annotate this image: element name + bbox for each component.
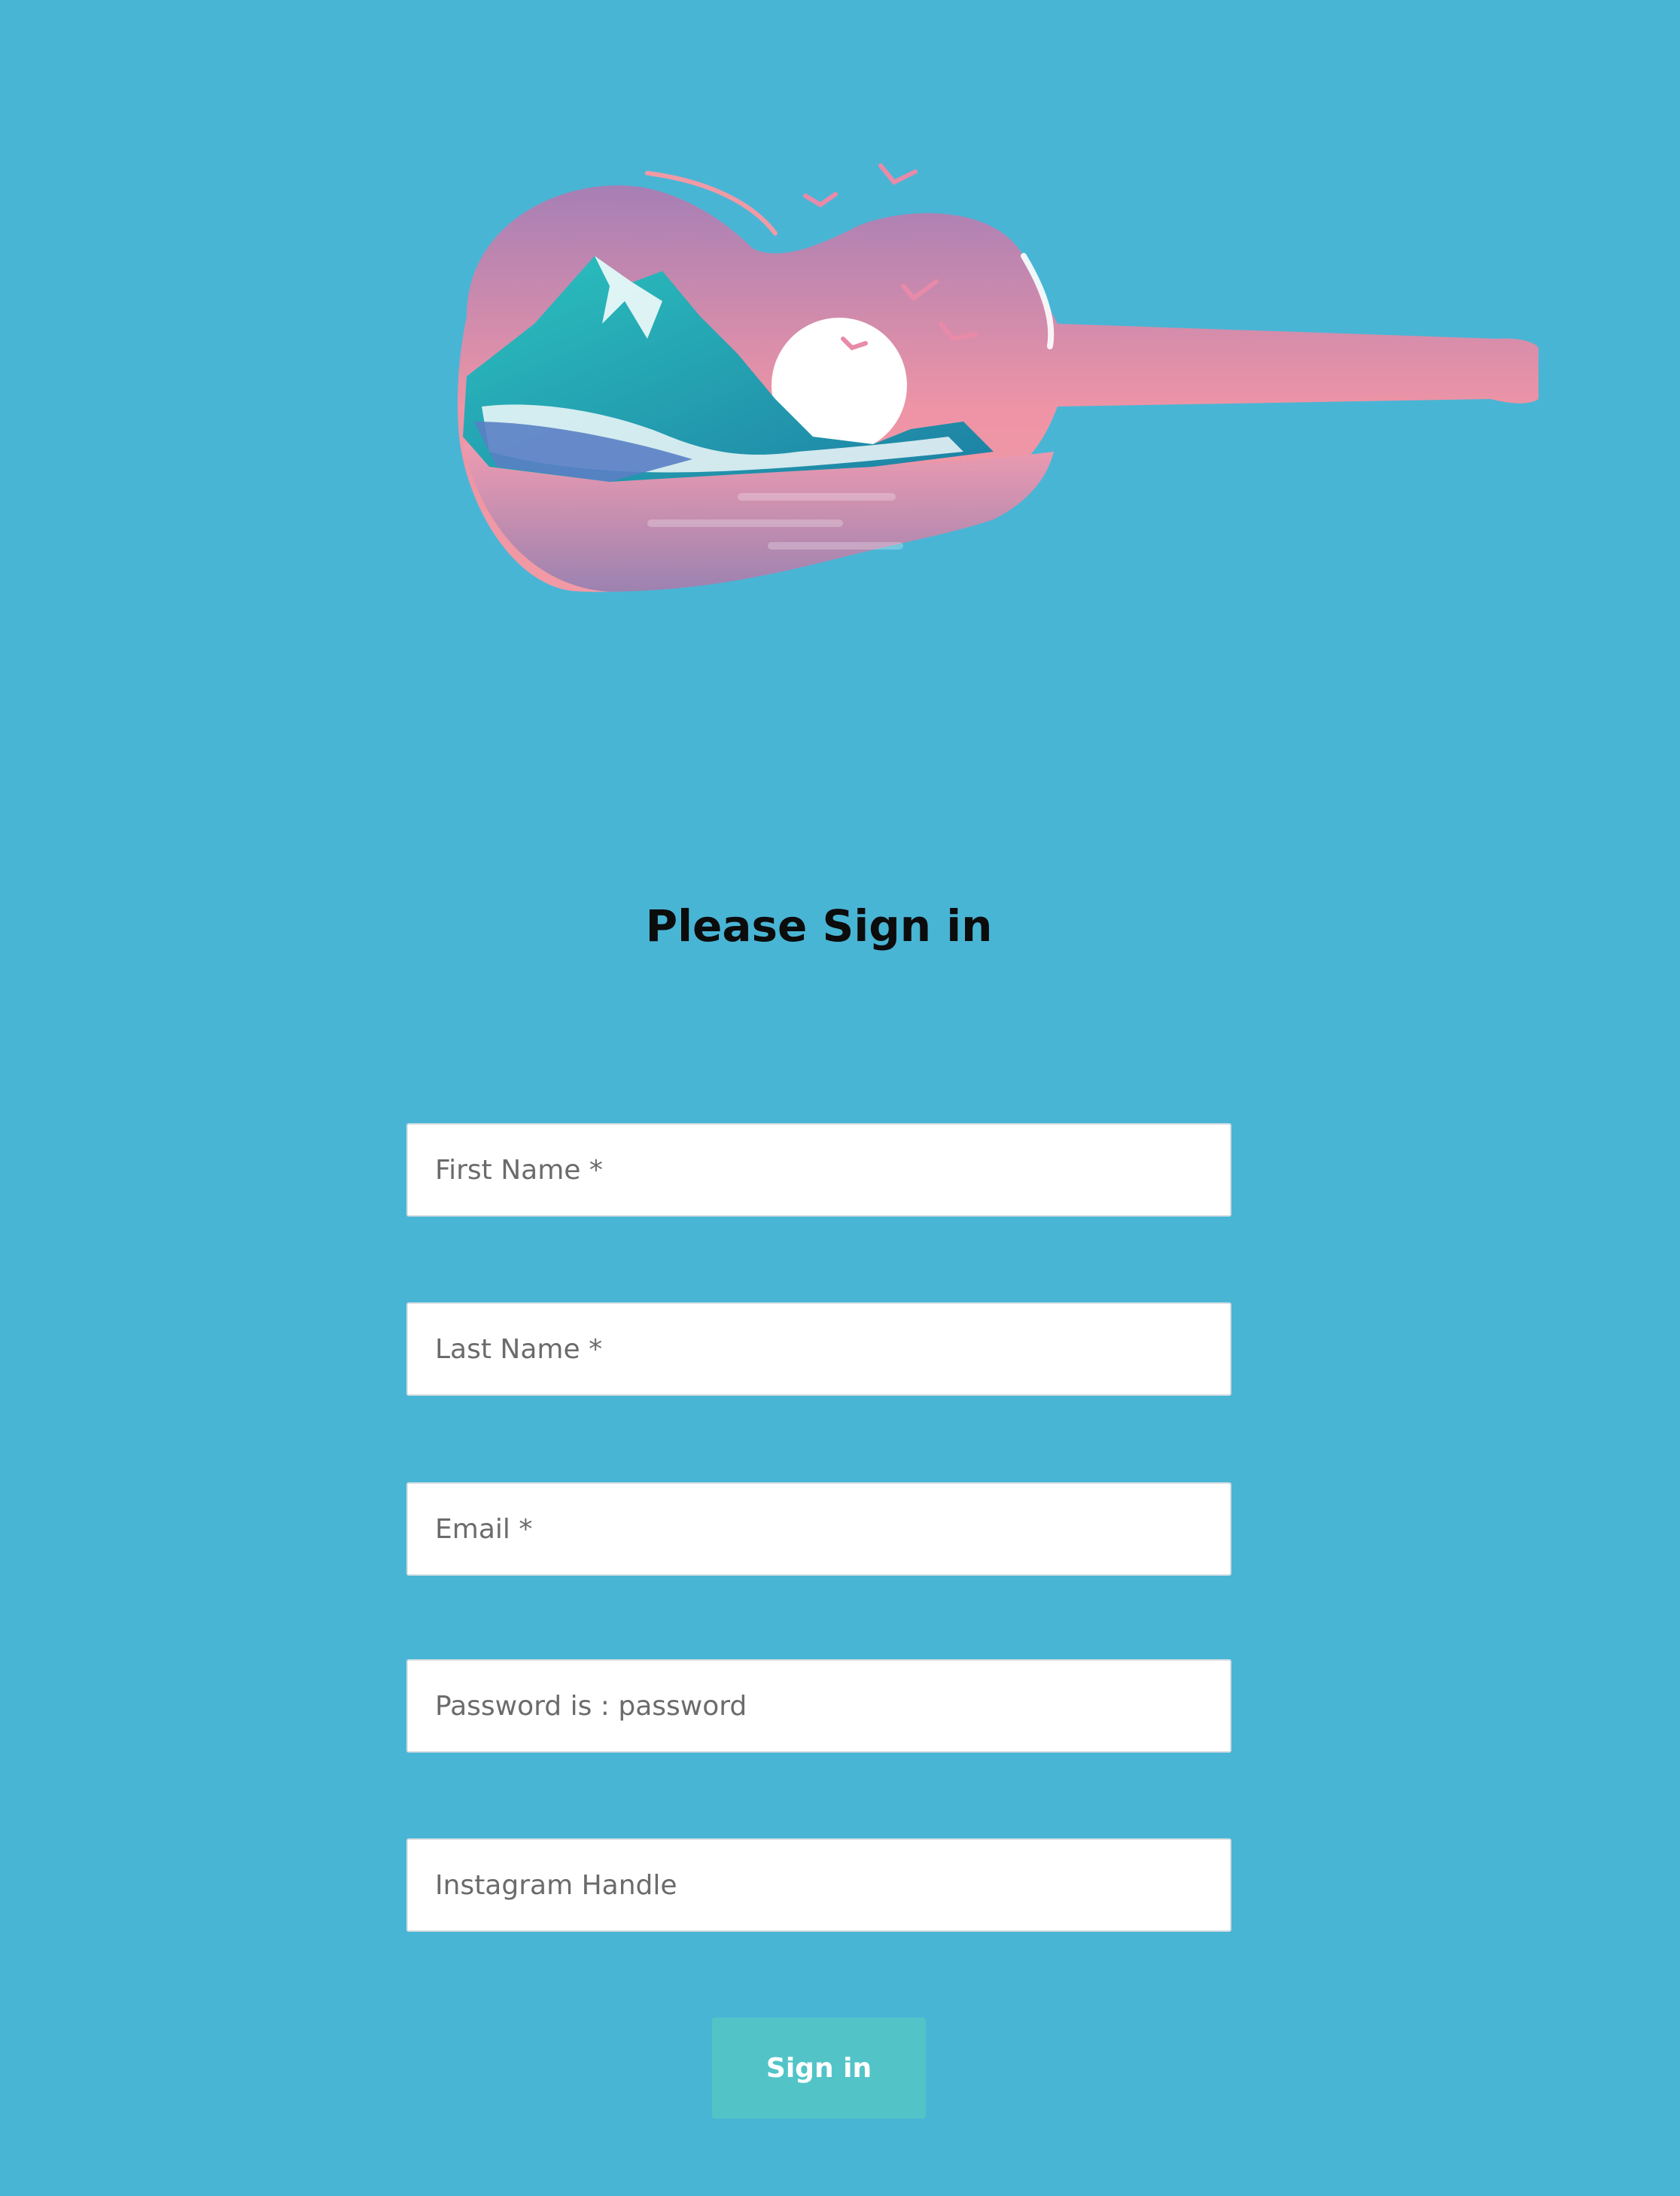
last-name-input[interactable] — [406, 1302, 1231, 1396]
guitar-landscape-logo-icon — [458, 163, 1538, 592]
first-name-input[interactable] — [406, 1123, 1231, 1217]
password-input[interactable] — [406, 1659, 1231, 1753]
email-input[interactable] — [406, 1482, 1231, 1576]
page-title: Please Sign in — [645, 900, 993, 952]
sign-in-button[interactable]: Sign in — [712, 2018, 926, 2118]
instagram-handle-input[interactable] — [406, 1838, 1231, 1932]
